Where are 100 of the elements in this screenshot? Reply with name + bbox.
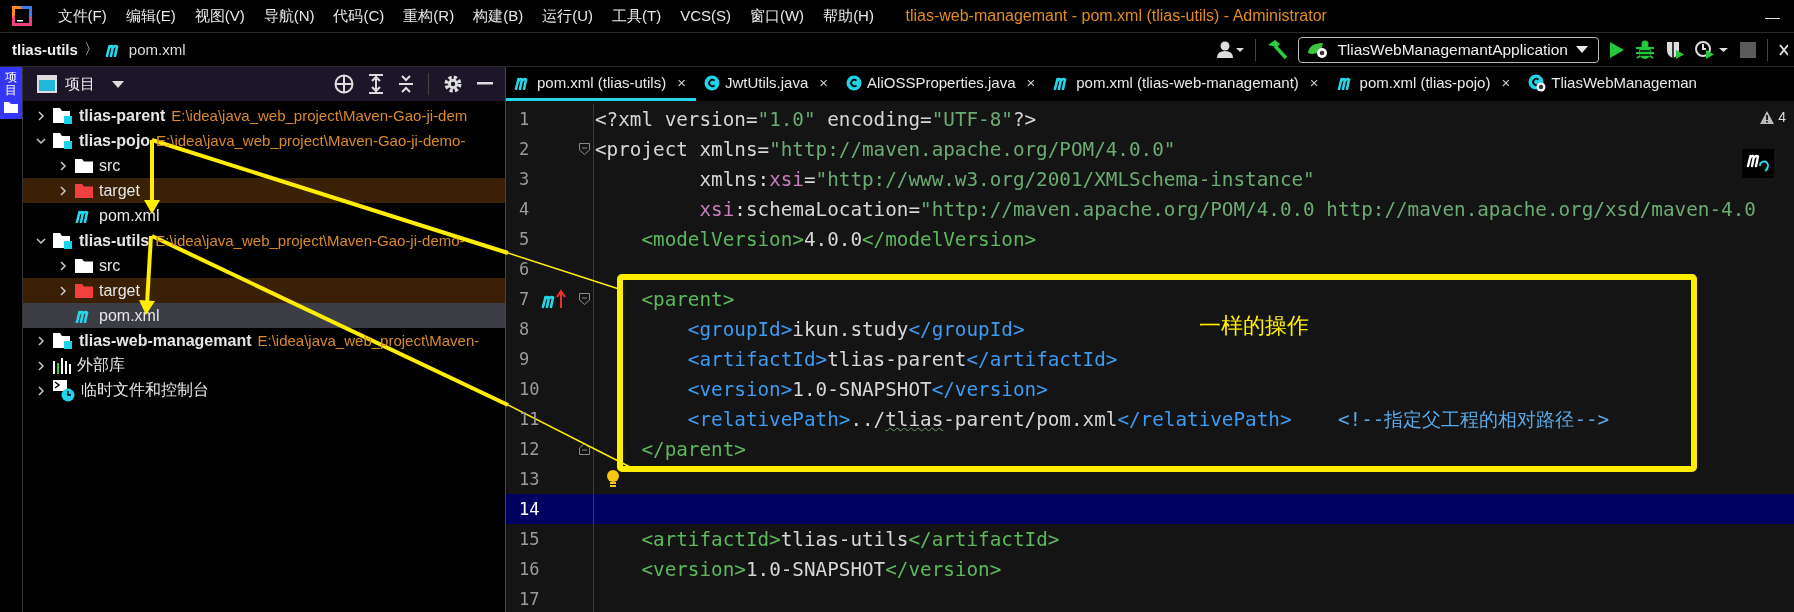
tree-row[interactable]: target (23, 278, 505, 303)
editor-tab[interactable]: TliasWebManageman (1520, 67, 1707, 101)
tree-item-label: 临时文件和控制台 (81, 380, 209, 400)
tree-row[interactable]: src (23, 153, 505, 178)
line-number: 13 (518, 469, 541, 489)
line-number: 15 (518, 529, 541, 549)
maven-reload-button[interactable] (1742, 149, 1774, 178)
warning-icon[interactable] (1760, 110, 1775, 124)
breadcrumb-item[interactable]: tlias-utils (12, 41, 78, 58)
chevron-icon[interactable] (57, 159, 69, 172)
caret-icon (1576, 45, 1588, 54)
code-line: <version>1.0-SNAPSHOT</version> (686, 377, 1048, 401)
menu-item[interactable]: 重构(R) (393, 6, 464, 26)
editor-tab[interactable]: pom.xml (tlias-web-managemant) × (1045, 67, 1329, 101)
chevron-icon[interactable] (35, 384, 47, 397)
menu-item[interactable]: 编辑(E) (116, 6, 186, 26)
bug-icon[interactable] (1635, 39, 1655, 60)
chevron-icon[interactable] (57, 259, 69, 272)
folder-icon (4, 101, 18, 114)
menu-item[interactable]: 工具(T) (602, 6, 671, 26)
line-number: 9 (518, 349, 531, 369)
tree-item-label: src (99, 156, 121, 175)
minimize-button[interactable]: — (1765, 7, 1780, 25)
run-configuration-dropdown[interactable]: TliasWebManagemantApplication (1298, 36, 1599, 63)
settings-icon[interactable] (443, 74, 463, 94)
code-line: <relativePath>../tlias-parent/pom.xml</relativePath> <!--指定父工程的相对路径--> (686, 406, 1610, 433)
hammer-icon[interactable] (1266, 39, 1289, 60)
panel-title[interactable]: 项目 (65, 74, 95, 94)
editor-tab[interactable]: pom.xml (tlias-pojo) × (1328, 67, 1521, 101)
tree-row[interactable]: tlias-pojo E:\idea\java_web_project\Maven-Gao-ji-demo- (23, 128, 505, 153)
code-line: xsi:schemaLocation="http://maven.apache.org/POM/4.0.0 http://maven.apache.org/xsd/maven-4.0 (698, 197, 1756, 221)
breadcrumb-separator: 〉 (83, 40, 99, 59)
menu-item[interactable]: 帮助(H) (813, 6, 884, 26)
menu-item[interactable]: 导航(N) (254, 6, 324, 26)
spring-class-icon (1528, 73, 1547, 92)
tree-row[interactable]: pom.xml (23, 203, 505, 228)
editor-tab[interactable]: JwtUtils.java × (695, 67, 839, 101)
code-line: <artifactId>tlias-utils</artifactId> (640, 527, 1060, 551)
tree-item-label: target (99, 181, 140, 200)
expand-all-icon[interactable] (368, 74, 384, 94)
editor-tab[interactable]: AliOSSProperties.java × (838, 67, 1046, 101)
window-title: tlias-web-managemant - pom.xml (tlias-utils) - Administrator (905, 7, 1327, 25)
fold-icon[interactable] (579, 443, 590, 455)
menu-item[interactable]: 构建(B) (463, 6, 533, 26)
line-number: 8 (518, 319, 531, 339)
menu-item[interactable]: 窗口(W) (740, 6, 814, 26)
tree-row[interactable]: tlias-parent E:\idea\java_web_project\Maven-Gao-ji-dem (23, 103, 505, 128)
close-icon[interactable]: × (677, 74, 686, 91)
close-icon[interactable]: × (1501, 74, 1511, 91)
stop-icon[interactable] (1739, 40, 1757, 59)
tree-item-label: tlias-pojo (79, 131, 151, 150)
user-icon[interactable] (1217, 40, 1246, 59)
chevron-icon[interactable] (35, 334, 47, 347)
menu-item[interactable]: 代码(C) (324, 6, 394, 26)
class-file-icon (703, 74, 720, 91)
code-line: <parent> (640, 287, 735, 311)
module-folder-icon (53, 106, 73, 125)
menu-item[interactable]: VCS(S) (670, 6, 741, 26)
tree-row[interactable]: target (23, 178, 505, 203)
crosshair-icon[interactable] (334, 74, 354, 94)
line-number: 14 (518, 499, 541, 519)
chevron-icon[interactable] (35, 359, 47, 372)
caret-icon[interactable] (111, 79, 125, 89)
minimize-icon[interactable] (477, 82, 493, 86)
module-folder-icon (53, 331, 73, 350)
folder-icon (75, 258, 93, 273)
coverage-icon[interactable] (1665, 39, 1685, 60)
app-logo-icon (12, 6, 32, 26)
close-icon[interactable]: × (819, 74, 829, 91)
close-icon[interactable]: × (1309, 74, 1319, 91)
folder-icon (75, 183, 93, 198)
profiler-icon[interactable] (1695, 39, 1729, 60)
code-line: <groupId>ikun.study</groupId> (686, 317, 1025, 341)
project-tool-tab[interactable]: 项目 (0, 67, 22, 120)
chevron-icon[interactable] (57, 284, 69, 297)
lightbulb-icon[interactable] (606, 469, 620, 489)
line-number: 2 (518, 139, 531, 159)
chevron-icon[interactable] (35, 109, 47, 122)
menu-item[interactable]: 视图(V) (185, 6, 255, 26)
code-line: <artifactId>tlias-parent</artifactId> (686, 347, 1118, 371)
code-line: <modelVersion>4.0.0</modelVersion> (640, 227, 1037, 251)
tree-item-label: tlias-parent (79, 106, 166, 125)
line-number: 3 (518, 169, 531, 189)
chevron-icon[interactable] (57, 184, 69, 197)
breadcrumb-item[interactable]: pom.xml (128, 41, 186, 58)
line-number: 1 (518, 109, 531, 129)
tree-row[interactable]: 临时文件和控制台 (23, 378, 505, 403)
tree-row[interactable]: src (23, 253, 505, 278)
close-icon[interactable]: × (1026, 74, 1036, 91)
editor-tab[interactable]: pom.xml (tlias-utils) × (506, 67, 696, 101)
run-icon[interactable] (1609, 40, 1625, 59)
menu-item[interactable]: 运行(U) (532, 6, 603, 26)
line-number: 5 (518, 229, 531, 249)
code-line: <project xmlns="http://maven.apache.org/POM/4.0.0" (594, 137, 1176, 161)
tree-item-label: tlias-utils (79, 231, 150, 250)
tree-row[interactable]: 外部库 (23, 353, 505, 378)
menu-item[interactable]: 文件(F) (48, 6, 117, 26)
warning-count[interactable]: 4 (1778, 109, 1786, 125)
tree-row[interactable]: pom.xml (23, 303, 505, 328)
collapse-all-icon[interactable] (398, 74, 414, 94)
